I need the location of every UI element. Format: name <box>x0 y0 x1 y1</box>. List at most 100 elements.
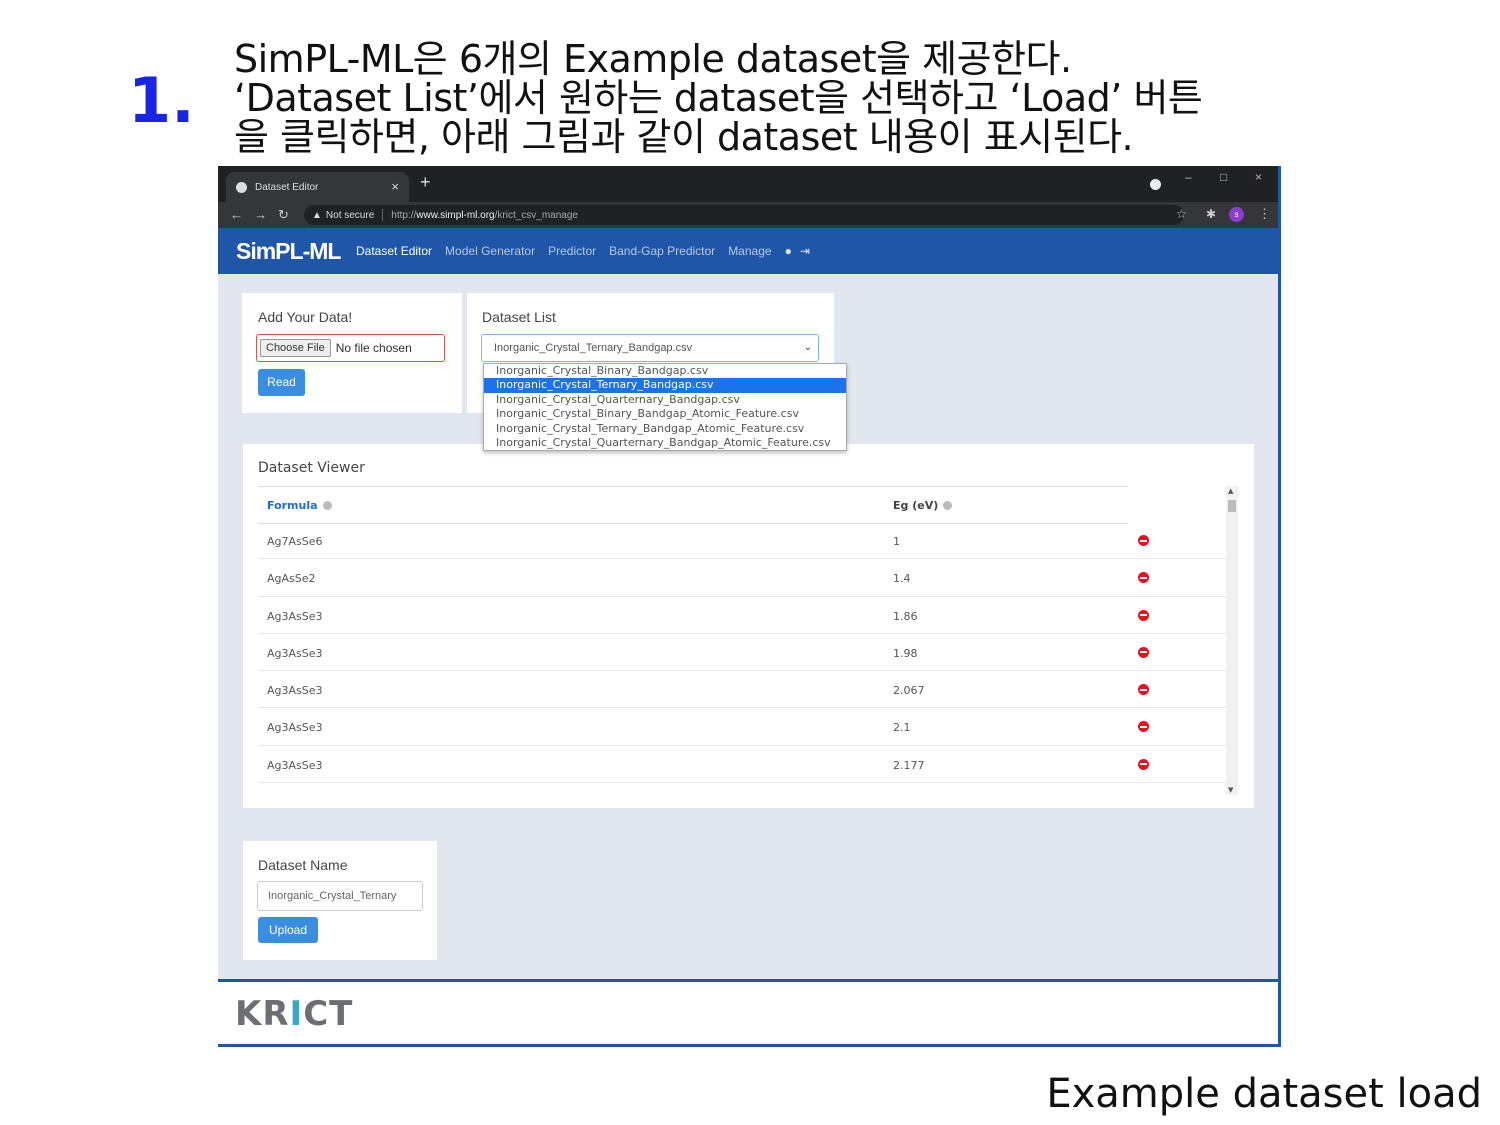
table-header: Formula Eg (eV) <box>258 486 1128 524</box>
url-separator <box>382 209 384 221</box>
read-button[interactable]: Read <box>258 369 305 396</box>
bookmark-star-icon[interactable]: ☆ <box>1176 207 1187 221</box>
browser-tab[interactable]: Dataset Editor × <box>226 172 409 202</box>
slide-instructions: SimPL-ML은 6개의 Example dataset을 제공한다. ‘Da… <box>234 40 1334 157</box>
slide-caption: Example dataset load <box>1046 1071 1482 1117</box>
dataset-viewer-card: Dataset Viewer Formula Eg (eV) Ag7AsSe6 1… <box>243 444 1254 808</box>
download-icon[interactable] <box>1150 179 1161 190</box>
eg-cell: 1.98 <box>893 646 918 660</box>
new-tab-icon[interactable]: + <box>420 172 431 193</box>
formula-cell: Ag3AsSe3 <box>267 646 323 660</box>
file-input[interactable]: Choose File No file chosen <box>256 334 445 362</box>
eg-cell: 1.86 <box>893 609 918 623</box>
dropdown-option[interactable]: Inorganic_Crystal_Quarternary_Bandgap_At… <box>484 436 846 450</box>
delete-row-icon[interactable] <box>1138 609 1149 621</box>
eg-cell: 1.4 <box>893 572 911 586</box>
tab-title: Dataset Editor <box>255 181 319 193</box>
dropdown-option-selected[interactable]: Inorganic_Crystal_Ternary_Bandgap.csv <box>484 378 846 393</box>
instruction-line-2: ‘Dataset List’에서 원하는 dataset을 선택하고 ‘Load… <box>234 76 1203 120</box>
dataset-list-title: Dataset List <box>482 309 556 325</box>
dropdown-option[interactable]: Inorganic_Crystal_Binary_Bandgap_Atomic_… <box>484 407 846 421</box>
reload-icon[interactable]: ↻ <box>278 207 289 223</box>
column-formula[interactable]: Formula <box>267 499 332 512</box>
tab-close-icon[interactable]: × <box>391 179 399 194</box>
eg-cell: 2.1 <box>893 721 911 735</box>
sort-icon[interactable] <box>322 501 332 510</box>
user-icon[interactable]: ● <box>785 244 792 258</box>
nav-band-gap-predictor[interactable]: Band-Gap Predictor <box>609 244 715 258</box>
formula-cell: Ag3AsSe3 <box>267 684 323 698</box>
table-row <box>258 783 1226 795</box>
scroll-up-icon[interactable]: ▲ <box>1228 487 1233 495</box>
table-row: Ag3AsSe3 2.177 <box>258 746 1226 784</box>
dropdown-option[interactable]: Inorganic_Crystal_Ternary_Bandgap_Atomic… <box>484 422 846 436</box>
delete-row-icon[interactable] <box>1138 684 1149 696</box>
security-label: Not secure <box>325 209 375 221</box>
eg-cell: 2.177 <box>893 758 925 772</box>
profile-avatar[interactable]: s <box>1229 207 1244 222</box>
back-arrow-icon[interactable]: ← <box>230 207 243 222</box>
formula-cell: AgAsSe2 <box>267 572 316 586</box>
dataset-viewer-title: Dataset Viewer <box>258 460 365 476</box>
nav-dataset-editor[interactable]: Dataset Editor <box>356 244 432 258</box>
chevron-down-icon: ⌄ <box>803 342 812 353</box>
extensions-icon[interactable]: ✱ <box>1206 207 1216 221</box>
formula-cell: Ag3AsSe3 <box>267 609 323 623</box>
eg-cell: 2.067 <box>893 684 925 698</box>
dropdown-option[interactable]: Inorganic_Crystal_Binary_Bandgap.csv <box>484 364 846 378</box>
address-bar: ← → ↻ ▲ Not secure http://www.simpl-ml.o… <box>218 202 1278 228</box>
scroll-thumb[interactable] <box>1228 500 1236 512</box>
table-row: Ag3AsSe3 1.98 <box>258 634 1226 672</box>
url-field[interactable]: ▲ Not secure http://www.simpl-ml.org/kri… <box>304 205 1184 225</box>
maximize-icon[interactable]: □ <box>1220 170 1227 184</box>
delete-row-icon[interactable] <box>1138 721 1149 733</box>
warning-icon: ▲ <box>312 209 322 221</box>
kebab-menu-icon[interactable]: ⋮ <box>1258 206 1271 222</box>
table-row: Ag3AsSe3 2.1 <box>258 708 1226 746</box>
nav-model-generator[interactable]: Model Generator <box>445 244 535 258</box>
forward-arrow-icon[interactable]: → <box>254 207 267 222</box>
dataset-name-title: Dataset Name <box>258 857 348 873</box>
minimize-icon[interactable]: – <box>1185 170 1192 184</box>
dataset-select[interactable]: Inorganic_Crystal_Ternary_Bandgap.csv ⌄ <box>481 334 819 362</box>
url-text: http://www.simpl-ml.org/krict_csv_manage <box>391 209 578 221</box>
scroll-down-icon[interactable]: ▼ <box>1228 786 1233 794</box>
upload-section: Dataset Name Inorganic_Crystal_Ternary U… <box>230 828 1266 971</box>
upload-button[interactable]: Upload <box>258 917 318 943</box>
dataset-name-card: Dataset Name Inorganic_Crystal_Ternary U… <box>243 841 437 960</box>
nav-predictor[interactable]: Predictor <box>548 244 596 258</box>
site-logo[interactable]: SimPL-ML <box>236 238 356 265</box>
choose-file-button[interactable]: Choose File <box>260 339 331 357</box>
table-scrollbar[interactable]: ▲ ▼ <box>1226 486 1238 795</box>
krict-logo: KRICT <box>235 994 354 1034</box>
dataset-name-input[interactable]: Inorganic_Crystal_Ternary <box>257 881 423 911</box>
globe-icon <box>236 181 247 193</box>
delete-row-icon[interactable] <box>1138 572 1149 584</box>
formula-cell: Ag3AsSe3 <box>267 758 323 772</box>
delete-row-icon[interactable] <box>1138 758 1149 770</box>
table-row: AgAsSe2 1.4 <box>258 559 1226 597</box>
formula-cell: Ag7AsSe6 <box>267 535 323 548</box>
dataset-dropdown-list: Inorganic_Crystal_Binary_Bandgap.csv Ino… <box>483 363 847 452</box>
site-navbar: SimPL-ML Dataset Editor Model Generator … <box>218 228 1278 274</box>
instruction-line-1: SimPL-ML은 6개의 Example dataset을 제공한다. <box>234 37 1072 81</box>
nav-manage[interactable]: Manage <box>728 244 771 258</box>
table-row: Ag7AsSe6 1 <box>258 522 1226 560</box>
table-row: Ag3AsSe3 1.86 <box>258 597 1226 634</box>
formula-cell: Ag3AsSe3 <box>267 721 323 735</box>
instruction-line-3: 을 클릭하면, 아래 그림과 같이 dataset 내용이 표시된다. <box>234 115 1134 159</box>
step-number: 1. <box>128 64 195 137</box>
column-eg[interactable]: Eg (eV) <box>893 499 953 512</box>
delete-row-icon[interactable] <box>1138 646 1149 658</box>
logout-icon[interactable]: ⇥ <box>800 244 810 258</box>
table-row: Ag3AsSe3 2.067 <box>258 671 1226 709</box>
window-close-icon[interactable]: × <box>1255 170 1262 184</box>
dropdown-option[interactable]: Inorganic_Crystal_Quarternary_Bandgap.cs… <box>484 393 846 407</box>
file-status: No file chosen <box>335 341 412 355</box>
page-footer: KRICT <box>218 979 1278 1044</box>
delete-row-icon[interactable] <box>1138 535 1149 546</box>
dataset-select-value: Inorganic_Crystal_Ternary_Bandgap.csv <box>494 342 693 354</box>
tab-bar: Dataset Editor × + – □ × <box>218 166 1278 202</box>
eg-cell: 1 <box>893 535 900 548</box>
sort-icon[interactable] <box>943 501 953 510</box>
